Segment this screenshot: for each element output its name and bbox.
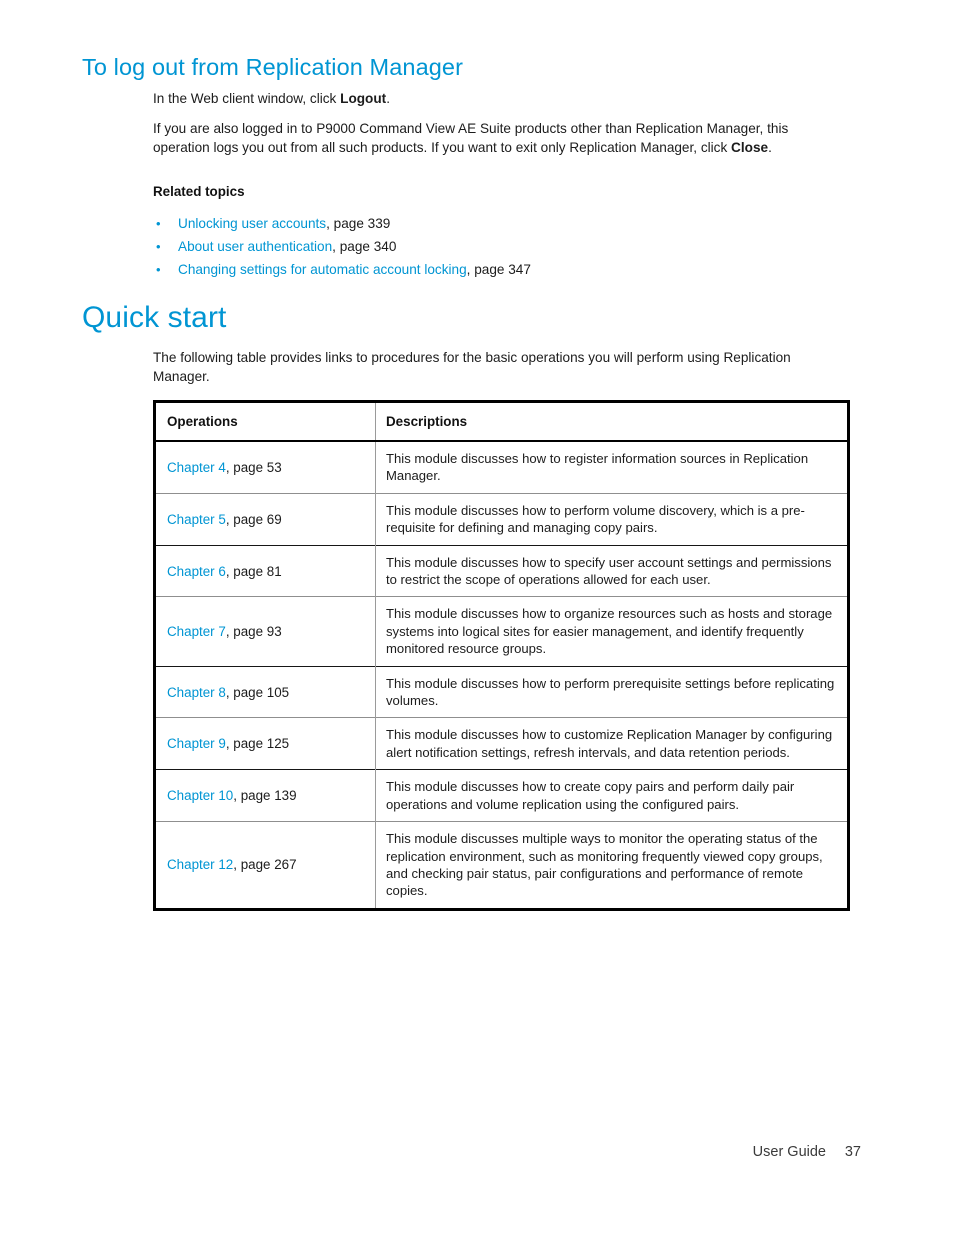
cross-reference-link[interactable]: About user authentication (178, 239, 332, 254)
cross-reference-link[interactable]: Unlocking user accounts (178, 216, 326, 231)
table-cell-description: This module discusses multiple ways to m… (375, 821, 849, 910)
table-cell-description: This module discusses how to perform vol… (375, 492, 849, 546)
chapter-page-ref: , page 267 (233, 857, 297, 873)
logout-button-reference: Logout (340, 91, 387, 106)
table-cell-operation: Chapter 10, page 139 (154, 769, 376, 822)
chapter-link[interactable]: Chapter 12 (167, 857, 233, 872)
table-header-row: Operations Descriptions (154, 401, 849, 442)
close-button-reference: Close (731, 140, 769, 156)
list-item: • Unlocking user accounts, page 339 (153, 212, 813, 235)
column-header-descriptions: Descriptions (375, 401, 849, 442)
cross-reference-page: , page 340 (332, 239, 397, 254)
table-row: Chapter 12, page 267 This module discuss… (154, 821, 849, 910)
list-item: • About user authentication, page 340 (153, 235, 813, 258)
table-row: Chapter 5, page 69 This module discusses… (154, 492, 849, 546)
table-body: Chapter 4, page 53 This module discusses… (154, 441, 849, 910)
column-header-operations: Operations (154, 401, 376, 442)
chapter-link[interactable]: Chapter 6 (167, 564, 226, 579)
footer-document-title: User Guide (752, 1144, 826, 1160)
table-cell-operation: Chapter 9, page 125 (154, 717, 376, 770)
related-topics-label: Related topics (153, 184, 245, 199)
chapter-page-ref: , page 125 (225, 736, 290, 752)
paragraph1-post-text: . (386, 91, 390, 106)
quick-start-table: Operations Descriptions Chapter 4, page … (153, 400, 850, 911)
related-topics-list: • Unlocking user accounts, page 339 • Ab… (153, 212, 813, 281)
table-cell-operation: Chapter 6, page 81 (154, 544, 376, 597)
table-cell-description: This module discusses how to organize re… (375, 596, 849, 667)
chapter-link[interactable]: Chapter 5 (167, 512, 226, 527)
table-row: Chapter 8, page 105 This module discusse… (154, 665, 849, 718)
table-row: Chapter 9, page 125 This module discusse… (154, 717, 849, 770)
paragraph2-pre-text: If you are also logged in to P9000 Comma… (153, 121, 789, 156)
paragraph-logout-instruction: In the Web client window, click Logout. (153, 89, 833, 108)
table-cell-operation: Chapter 12, page 267 (154, 821, 376, 910)
cross-reference-link[interactable]: Changing settings for automatic account … (178, 262, 467, 277)
bullet-icon: • (156, 262, 161, 277)
table-cell-description: This module discusses how to specify use… (375, 544, 849, 597)
chapter-page-ref: , page 53 (225, 459, 282, 475)
chapter-page-ref: , page 69 (225, 511, 282, 527)
table-row: Chapter 7, page 93 This module discusses… (154, 596, 849, 667)
table-row: Chapter 6, page 81 This module discusses… (154, 544, 849, 597)
chapter-page-ref: , page 105 (225, 684, 290, 700)
paragraph-quick-start-intro: The following table provides links to pr… (153, 350, 791, 385)
list-item-content: Changing settings for automatic account … (178, 258, 531, 281)
table-cell-description: This module discusses how to register in… (375, 441, 849, 494)
document-page: To log out from Replication Manager In t… (0, 0, 954, 1235)
paragraph2-post-text: . (768, 140, 772, 156)
chapter-page-ref: , page 81 (225, 563, 282, 579)
bullet-icon: • (156, 216, 161, 231)
table-cell-description: This module discusses how to create copy… (375, 769, 849, 822)
table-row: Chapter 4, page 53 This module discusses… (154, 441, 849, 494)
list-item-content: About user authentication, page 340 (178, 235, 396, 258)
chapter-link[interactable]: Chapter 4 (167, 460, 226, 475)
chapter-link[interactable]: Chapter 10 (167, 788, 233, 803)
cross-reference-page: , page 347 (466, 262, 531, 277)
page-footer: User Guide 37 (0, 1144, 954, 1166)
table-cell-description: This module discusses how to customize R… (375, 717, 849, 770)
page-title-quick-start: Quick start (82, 301, 227, 334)
footer-page-number: 37 (844, 1144, 861, 1160)
chapter-link[interactable]: Chapter 7 (167, 624, 226, 639)
chapter-page-ref: , page 139 (233, 788, 297, 804)
table-cell-operation: Chapter 5, page 69 (154, 492, 376, 546)
table-row: Chapter 10, page 139 This module discuss… (154, 769, 849, 822)
table-cell-operation: Chapter 8, page 105 (154, 665, 376, 718)
paragraph1-pre-text: In the Web client window, click (153, 91, 341, 106)
paragraph-logout-note: If you are also logged in to P9000 Comma… (153, 119, 831, 157)
chapter-link[interactable]: Chapter 9 (167, 736, 226, 751)
chapter-page-ref: , page 93 (225, 624, 282, 640)
bullet-icon: • (156, 239, 161, 254)
chapter-link[interactable]: Chapter 8 (167, 685, 226, 700)
table-cell-description: This module discusses how to perform pre… (375, 665, 849, 718)
section-heading-logout: To log out from Replication Manager (82, 54, 464, 80)
table-cell-operation: Chapter 4, page 53 (154, 441, 376, 494)
table-cell-operation: Chapter 7, page 93 (154, 596, 376, 667)
list-item-content: Unlocking user accounts, page 339 (178, 212, 390, 235)
cross-reference-page: , page 339 (326, 216, 391, 231)
list-item: • Changing settings for automatic accoun… (153, 258, 813, 281)
